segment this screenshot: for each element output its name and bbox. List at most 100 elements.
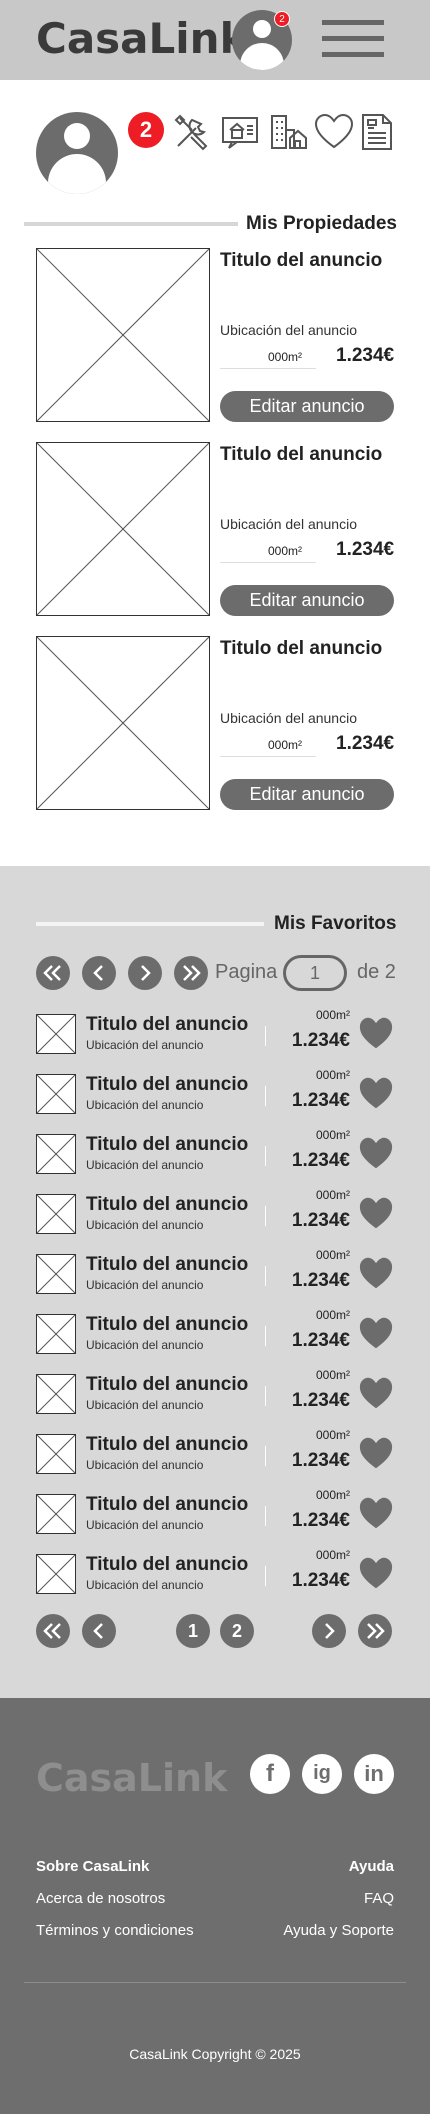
favorite-title[interactable]: Titulo del anuncio [86, 1254, 248, 1276]
favorite-location: Ubicación del anuncio [86, 1398, 204, 1412]
image-placeholder-icon[interactable] [36, 636, 210, 810]
heart-icon[interactable] [358, 1556, 394, 1590]
favorite-location: Ubicación del anuncio [86, 1158, 204, 1172]
site-footer: CasaLink f ig in Sobre CasaLink Acerca d… [0, 1698, 430, 2114]
favorite-area: 000m² [315, 1548, 350, 1562]
favorite-price: 1.234€ [291, 1030, 350, 1051]
heart-icon[interactable] [358, 1076, 394, 1110]
image-placeholder-icon[interactable] [36, 1554, 76, 1594]
first-page-icon[interactable] [36, 956, 70, 990]
property-title[interactable]: Titulo del anuncio [220, 444, 382, 466]
property-title[interactable]: Titulo del anuncio [220, 250, 382, 272]
heart-icon[interactable] [358, 1016, 394, 1050]
favorite-title[interactable]: Titulo del anuncio [86, 1194, 248, 1216]
favorite-list-item: Titulo del anuncio Ubicación del anuncio… [36, 1188, 394, 1234]
next-page-icon[interactable] [128, 956, 162, 990]
footer-heading-about: Sobre CasaLink [36, 1858, 150, 1875]
image-placeholder-icon[interactable] [36, 248, 210, 422]
image-placeholder-icon[interactable] [36, 1134, 76, 1174]
favorite-price: 1.234€ [291, 1270, 350, 1291]
first-page-icon[interactable] [36, 1614, 70, 1648]
favorite-title[interactable]: Titulo del anuncio [86, 1374, 248, 1396]
heart-icon[interactable] [358, 1136, 394, 1170]
edit-listing-button[interactable]: Editar anuncio [220, 391, 394, 422]
image-placeholder-icon[interactable] [36, 1254, 76, 1294]
divider [220, 368, 316, 369]
property-card: Titulo del anuncio Ubicación del anuncio… [36, 248, 394, 422]
image-placeholder-icon[interactable] [36, 1314, 76, 1354]
prev-page-icon[interactable] [82, 1614, 116, 1648]
heart-icon[interactable] [358, 1496, 394, 1530]
last-page-icon[interactable] [358, 1614, 392, 1648]
page-number-input[interactable]: 1 [283, 955, 347, 991]
tools-icon[interactable] [172, 112, 212, 152]
footer-logo[interactable]: CasaLink [36, 1756, 227, 1800]
favorite-title[interactable]: Titulo del anuncio [86, 1554, 248, 1576]
favorite-location: Ubicación del anuncio [86, 1218, 204, 1232]
edit-listing-button[interactable]: Editar anuncio [220, 585, 394, 616]
facebook-icon[interactable]: f [250, 1754, 290, 1794]
property-area: 000m² [268, 544, 303, 558]
page-1-button[interactable]: 1 [176, 1614, 210, 1648]
next-page-icon[interactable] [312, 1614, 346, 1648]
property-price: 1.234€ [336, 345, 395, 366]
favorite-area: 000m² [315, 1308, 350, 1322]
favorite-location: Ubicación del anuncio [86, 1098, 204, 1112]
last-page-icon[interactable] [174, 956, 208, 990]
favorite-title[interactable]: Titulo del anuncio [86, 1314, 248, 1336]
heart-icon[interactable] [358, 1196, 394, 1230]
footer-divider [24, 1982, 406, 1983]
property-area: 000m² [268, 350, 303, 364]
linkedin-icon[interactable]: in [354, 1754, 394, 1794]
favorite-area: 000m² [315, 1188, 350, 1202]
property-title[interactable]: Titulo del anuncio [220, 638, 382, 660]
footer-link-terms[interactable]: Términos y condiciones [36, 1922, 194, 1939]
favorite-title[interactable]: Titulo del anuncio [86, 1074, 248, 1096]
heart-icon[interactable] [358, 1436, 394, 1470]
favorite-title[interactable]: Titulo del anuncio [86, 1014, 248, 1036]
favorite-location: Ubicación del anuncio [86, 1518, 204, 1532]
image-placeholder-icon[interactable] [36, 1434, 76, 1474]
favorite-price: 1.234€ [291, 1330, 350, 1351]
favorite-area: 000m² [315, 1488, 350, 1502]
page-2-button[interactable]: 2 [220, 1614, 254, 1648]
favorite-area: 000m² [315, 1248, 350, 1262]
prev-page-icon[interactable] [82, 956, 116, 990]
favorite-price: 1.234€ [291, 1150, 350, 1171]
heart-icon[interactable] [358, 1256, 394, 1290]
favorite-list-item: Titulo del anuncio Ubicación del anuncio… [36, 1368, 394, 1414]
image-placeholder-icon[interactable] [36, 442, 210, 616]
image-placeholder-icon[interactable] [36, 1374, 76, 1414]
total-pages-label: de 2 [357, 961, 396, 983]
footer-link-support[interactable]: Ayuda y Soporte [283, 1922, 394, 1939]
property-price: 1.234€ [336, 539, 395, 560]
notification-count-badge[interactable]: 2 [128, 112, 164, 148]
hamburger-menu-icon[interactable] [322, 20, 384, 62]
favorite-title[interactable]: Titulo del anuncio [86, 1134, 248, 1156]
heart-icon[interactable] [314, 112, 354, 152]
image-placeholder-icon[interactable] [36, 1494, 76, 1534]
property-card: Titulo del anuncio Ubicación del anuncio… [36, 636, 394, 810]
image-placeholder-icon[interactable] [36, 1074, 76, 1114]
favorite-list-item: Titulo del anuncio Ubicación del anuncio… [36, 1068, 394, 1114]
footer-link-about-us[interactable]: Acerca de nosotros [36, 1890, 165, 1907]
document-icon[interactable] [360, 112, 400, 152]
image-placeholder-icon[interactable] [36, 1014, 76, 1054]
heart-icon[interactable] [358, 1316, 394, 1350]
instagram-icon[interactable]: ig [302, 1754, 342, 1794]
profile-avatar-icon[interactable] [36, 112, 118, 194]
property-location: Ubicación del anuncio [220, 516, 357, 532]
section-divider [24, 222, 238, 226]
buildings-icon[interactable] [268, 112, 308, 152]
edit-listing-button[interactable]: Editar anuncio [220, 779, 394, 810]
heart-icon[interactable] [358, 1376, 394, 1410]
section-title-properties: Mis Propiedades [246, 213, 397, 234]
footer-link-faq[interactable]: FAQ [364, 1890, 394, 1907]
house-listing-icon[interactable] [220, 112, 260, 152]
image-placeholder-icon[interactable] [36, 1194, 76, 1234]
favorite-price: 1.234€ [291, 1390, 350, 1411]
favorite-area: 000m² [315, 1128, 350, 1142]
logo[interactable]: CasaLink [36, 14, 248, 63]
favorite-title[interactable]: Titulo del anuncio [86, 1494, 248, 1516]
favorite-title[interactable]: Titulo del anuncio [86, 1434, 248, 1456]
